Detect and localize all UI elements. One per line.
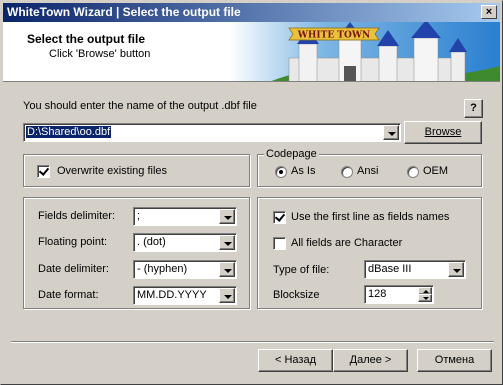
chevron-down-icon[interactable] <box>219 209 235 224</box>
back-label: < Назад <box>275 354 316 366</box>
date-delimiter-select[interactable]: - (hyphen) <box>133 260 237 279</box>
overwrite-group: Overwrite existing files <box>23 154 250 187</box>
close-icon: × <box>485 6 493 18</box>
help-button[interactable]: ? <box>464 99 483 118</box>
browse-label: Browse <box>424 126 462 138</box>
cancel-button[interactable]: Отмена <box>417 349 492 372</box>
browse-button[interactable]: Browse <box>404 121 482 144</box>
wizard-header: Select the output file Click 'Browse' bu… <box>3 22 500 82</box>
file-options-group: Use the first line as fields names All f… <box>257 197 482 309</box>
blocksize-label: Blocksize <box>273 289 320 301</box>
radio-ansi-label: Ansi <box>357 165 379 177</box>
close-button[interactable]: × <box>481 5 497 19</box>
output-path-combo[interactable]: D:\Shared\oo.dbf <box>23 123 401 142</box>
date-format-label: Date format: <box>38 289 99 301</box>
date-delimiter-label: Date delimiter: <box>38 263 109 275</box>
chevron-down-icon[interactable] <box>448 262 464 277</box>
radio-oem-label: OEM <box>423 165 449 177</box>
output-file-label: You should enter the name of the output … <box>23 100 257 112</box>
spin-down-icon[interactable] <box>418 294 432 302</box>
radio-as-is[interactable] <box>275 166 287 178</box>
next-button[interactable]: Далее > <box>333 349 408 372</box>
first-line-checkbox[interactable] <box>273 211 286 224</box>
type-of-file-select[interactable]: dBase III <box>364 260 466 279</box>
blocksize-spinner[interactable]: 128 <box>364 285 434 304</box>
all-char-label: All fields are Character <box>291 237 403 249</box>
radio-as-is-label: As Is <box>291 165 316 177</box>
date-format-value: MM.DD.YYYY <box>137 289 207 301</box>
back-button[interactable]: < Назад <box>258 349 333 372</box>
fields-delimiter-value: ; <box>137 210 141 222</box>
fields-delimiter-label: Fields delimiter: <box>38 210 116 222</box>
output-path-value[interactable]: D:\Shared\oo.dbf <box>26 126 112 138</box>
header-title: Select the output file <box>27 32 146 46</box>
first-line-label: Use the first line as fields names <box>291 211 450 223</box>
title-bar[interactable]: WhiteTown Wizard | Select the output fil… <box>3 3 500 22</box>
overwrite-checkbox[interactable] <box>37 165 50 178</box>
fields-delimiter-select[interactable]: ; <box>133 207 237 226</box>
svg-text:WHITE TOWN: WHITE TOWN <box>297 31 370 41</box>
type-of-file-value: dBase III <box>368 263 412 275</box>
cancel-label: Отмена <box>434 354 475 366</box>
next-label: Далее > <box>349 354 392 366</box>
window-title: WhiteTown Wizard | Select the output fil… <box>7 5 241 19</box>
type-of-file-label: Type of file: <box>273 264 330 276</box>
all-char-checkbox[interactable] <box>273 237 286 250</box>
overwrite-label: Overwrite existing files <box>57 165 168 177</box>
floating-point-select[interactable]: . (dot) <box>133 233 237 252</box>
blocksize-value[interactable]: 128 <box>368 288 386 300</box>
codepage-group: Codepage As Is Ansi OEM <box>257 148 482 187</box>
header-subtitle: Click 'Browse' button <box>49 48 151 60</box>
codepage-title: Codepage <box>264 148 319 160</box>
footer-divider <box>11 341 494 343</box>
help-icon: ? <box>470 102 477 114</box>
radio-oem[interactable] <box>407 166 419 178</box>
chevron-down-icon[interactable] <box>219 235 235 250</box>
chevron-down-icon[interactable] <box>219 262 235 277</box>
delimiters-group: Fields delimiter: ; Floating point: . (d… <box>23 197 250 309</box>
chevron-down-icon[interactable] <box>383 125 399 140</box>
date-delimiter-value: - (hyphen) <box>137 263 188 275</box>
floating-point-value: . (dot) <box>137 236 166 248</box>
white-town-logo: WHITE TOWN <box>229 22 500 81</box>
wizard-window: WhiteTown Wizard | Select the output fil… <box>0 0 503 385</box>
radio-ansi[interactable] <box>341 166 353 178</box>
floating-point-label: Floating point: <box>38 236 108 248</box>
date-format-select[interactable]: MM.DD.YYYY <box>133 286 237 305</box>
chevron-down-icon[interactable] <box>219 288 235 303</box>
